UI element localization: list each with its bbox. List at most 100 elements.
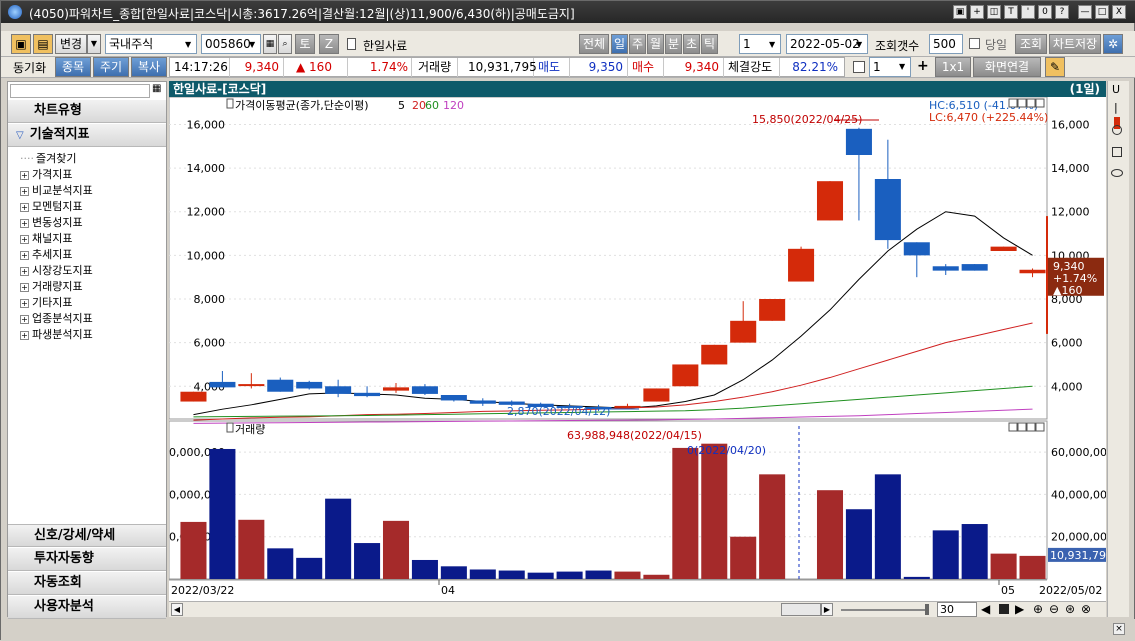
candle-body[interactable]: [643, 388, 670, 402]
volume-bar[interactable]: [354, 543, 381, 579]
candle-body[interactable]: [874, 179, 901, 241]
section-user-analysis[interactable]: 사용자분석: [8, 596, 166, 619]
candle-body[interactable]: [267, 379, 294, 392]
today-checkbox[interactable]: [969, 38, 980, 49]
volume-bar[interactable]: [614, 571, 641, 579]
stop-icon[interactable]: [999, 604, 1009, 614]
tree-item[interactable]: + 거래량지표: [20, 278, 83, 294]
tree-item[interactable]: + 기타지표: [20, 294, 72, 310]
volume-bar[interactable]: [701, 443, 728, 579]
sync-tab-period[interactable]: 주기: [93, 57, 129, 77]
sync-tab-copy[interactable]: 복사: [131, 57, 167, 77]
zoom-out-icon[interactable]: ⊖: [1049, 602, 1059, 616]
volume-bar[interactable]: [267, 548, 294, 579]
section-auto-query[interactable]: 자동조회: [8, 572, 166, 595]
volume-bar[interactable]: [961, 524, 988, 579]
to-button[interactable]: 토: [295, 34, 315, 54]
expand-plus-icon[interactable]: +: [20, 267, 29, 276]
zoom-value-input[interactable]: 30: [937, 602, 977, 617]
section-signal[interactable]: 신호/강세/약세: [8, 524, 166, 547]
tree-item[interactable]: + 채널지표: [20, 230, 72, 246]
cursor-tool-icon[interactable]: |: [1114, 101, 1118, 114]
expand-plus-icon[interactable]: +: [20, 235, 29, 244]
candle-body[interactable]: [354, 392, 381, 397]
zoom-fit-icon[interactable]: ⊛: [1065, 602, 1075, 616]
panel-control-icon[interactable]: [1026, 422, 1036, 432]
volume-bar[interactable]: [990, 553, 1017, 579]
expand-plus-icon[interactable]: +: [20, 171, 29, 180]
expand-plus-icon[interactable]: +: [20, 187, 29, 196]
step-back-icon[interactable]: ◀: [981, 602, 990, 616]
resize-grip-icon[interactable]: ×: [1113, 623, 1125, 635]
volume-bar[interactable]: [527, 572, 554, 579]
tree-item[interactable]: + 업종분석지표: [20, 310, 93, 326]
zoom-slider[interactable]: [841, 609, 929, 611]
tile-icon[interactable]: ◫: [987, 5, 1001, 19]
volume-bar[interactable]: [759, 474, 786, 579]
tree-item[interactable]: + 변동성지표: [20, 214, 83, 230]
candle-body[interactable]: [730, 320, 757, 343]
candle-body[interactable]: [845, 128, 872, 155]
tree-item[interactable]: ···· 즐겨찾기: [20, 150, 76, 166]
candle-body[interactable]: [903, 242, 930, 256]
list-icon[interactable]: ▦: [263, 34, 277, 54]
market-dropdown-icon[interactable]: ▼: [185, 40, 191, 49]
panel-control-icon[interactable]: [1017, 98, 1027, 108]
quote-icon[interactable]: ': [1021, 5, 1035, 19]
sync-tab-stock[interactable]: 종목: [55, 57, 91, 77]
scroll-left-icon[interactable]: ◀: [171, 603, 183, 616]
panel-control-icon[interactable]: [1008, 98, 1018, 108]
tree-item[interactable]: + 가격지표: [20, 166, 72, 182]
volume-bar[interactable]: [730, 536, 757, 579]
count-input[interactable]: 500: [929, 34, 963, 54]
candle-body[interactable]: [382, 387, 410, 391]
candle-body[interactable]: [932, 266, 959, 271]
volume-bar[interactable]: [672, 447, 699, 579]
volume-bar[interactable]: [874, 474, 901, 579]
volume-bar[interactable]: [209, 448, 236, 579]
volume-bar[interactable]: [382, 520, 410, 579]
scroll-thumb[interactable]: [781, 603, 821, 616]
candle-body[interactable]: [325, 386, 352, 394]
section-technical[interactable]: ▽ 기술적지표: [8, 124, 166, 147]
change-button[interactable]: 변경: [55, 34, 87, 54]
volume-bar[interactable]: [180, 521, 207, 579]
maximize-icon[interactable]: □: [1095, 5, 1109, 19]
settings-icon[interactable]: ✲: [1103, 34, 1123, 54]
chart-svg[interactable]: 16,000 16,000 14,000 14,000 12,000 12,000 10,0…: [162, 96, 1114, 601]
volume-bar[interactable]: [816, 490, 844, 579]
z-button[interactable]: Z: [319, 34, 339, 54]
expand-plus-icon[interactable]: +: [20, 315, 29, 324]
restore-icon[interactable]: ▣: [953, 5, 967, 19]
panel-control-icon[interactable]: [1026, 98, 1036, 108]
expand-plus-icon[interactable]: +: [20, 203, 29, 212]
tree-item[interactable]: + 추세지표: [20, 246, 72, 262]
period-all-button[interactable]: 전체: [579, 34, 609, 54]
candle-body[interactable]: [1019, 269, 1046, 274]
candle-body[interactable]: [238, 384, 265, 387]
sidebar-list-icon[interactable]: ▦: [152, 83, 161, 94]
code-dropdown-icon[interactable]: ▼: [249, 40, 255, 49]
section-chart-type[interactable]: 차트유형: [8, 100, 166, 123]
volume-bar[interactable]: [643, 574, 670, 579]
period-month-button[interactable]: 월: [647, 34, 664, 54]
close-icon[interactable]: X: [1112, 5, 1126, 19]
zoom-reset-icon[interactable]: ⊗: [1081, 602, 1091, 616]
period-dropdown-icon[interactable]: ▼: [769, 40, 775, 49]
zoom-in-icon[interactable]: ⊕: [1033, 602, 1043, 616]
query-button[interactable]: 조회: [1015, 34, 1047, 54]
panel-control-icon[interactable]: [1035, 98, 1045, 108]
tree-item[interactable]: + 모멘텀지표: [20, 198, 83, 214]
volume-bar[interactable]: [1019, 555, 1046, 579]
expand-plus-icon[interactable]: +: [20, 219, 29, 228]
volume-bar[interactable]: [296, 557, 323, 579]
volume-bar[interactable]: [556, 571, 583, 579]
period-tick-button[interactable]: 틱: [701, 34, 718, 54]
market-select[interactable]: 국내주식: [105, 34, 197, 54]
sidebar-search-input[interactable]: [10, 84, 150, 98]
candle-body[interactable]: [440, 395, 467, 401]
candle-body[interactable]: [961, 264, 988, 271]
zero-icon[interactable]: 0: [1038, 5, 1052, 19]
volume-bar[interactable]: [903, 576, 930, 579]
candle-body[interactable]: [180, 391, 207, 402]
